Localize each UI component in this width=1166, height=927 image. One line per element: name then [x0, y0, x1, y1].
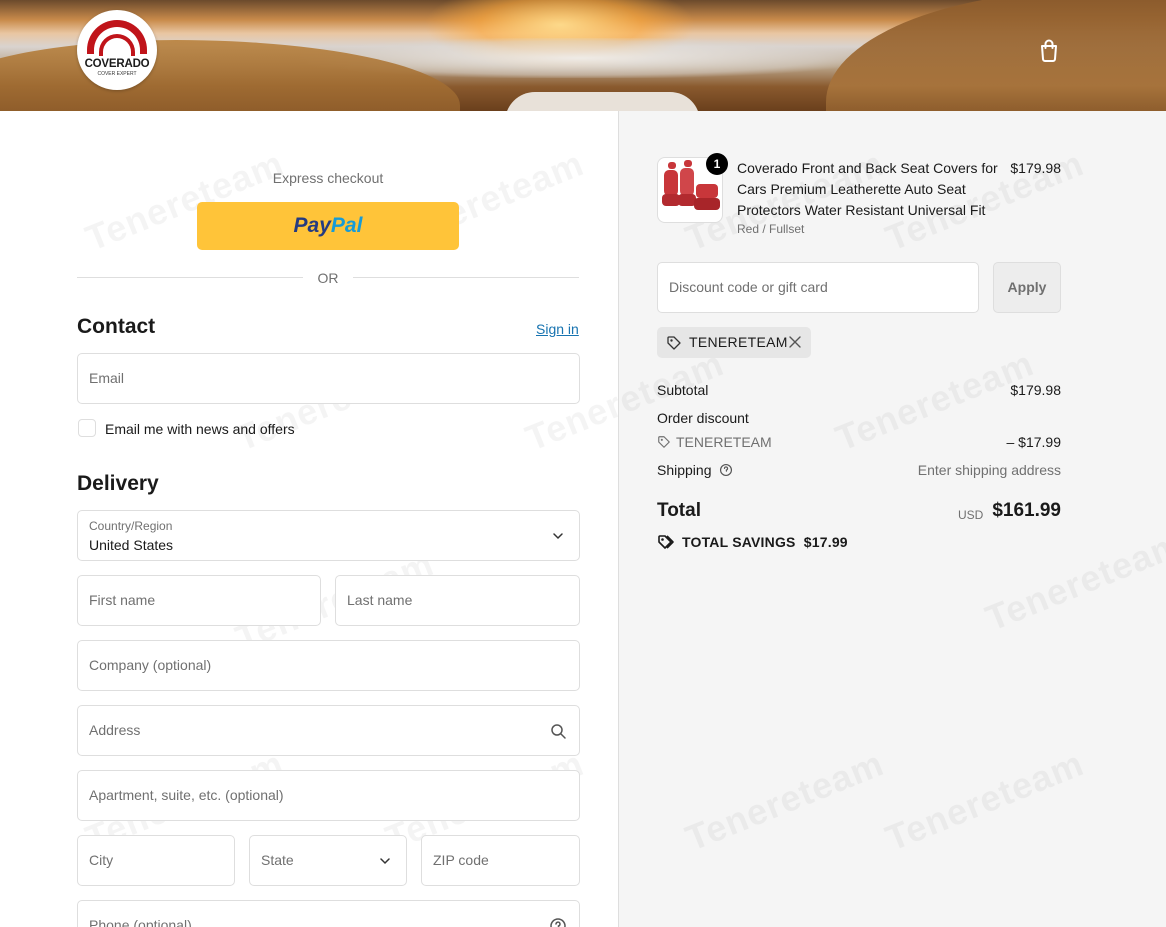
store-logo[interactable]: COVERADO COVER EXPERT: [77, 10, 157, 90]
first-name-placeholder: First name: [89, 592, 156, 608]
applied-discount-chip: TENERETEAM: [657, 327, 811, 358]
paypal-pay-text: Pay: [293, 214, 331, 237]
divider-line: [353, 277, 579, 278]
email-placeholder: Email: [89, 370, 125, 386]
or-text: OR: [317, 270, 339, 286]
country-label: Country/Region: [89, 519, 173, 533]
product-price: $179.98: [1010, 160, 1061, 176]
or-divider: OR: [77, 270, 579, 286]
first-name-field[interactable]: First name: [77, 575, 321, 626]
last-name-placeholder: Last name: [347, 592, 413, 608]
total-label: Total: [657, 500, 701, 521]
newsletter-label: Email me with news and offers: [105, 421, 295, 437]
order-discount-label: Order discount: [657, 410, 749, 426]
shipping-label: Shipping: [657, 462, 712, 478]
state-select[interactable]: State: [249, 835, 407, 886]
subtotal-value: $179.98: [1010, 382, 1061, 398]
paypal-pal-text: Pal: [330, 214, 363, 237]
apply-discount-button[interactable]: Apply: [993, 262, 1061, 313]
address-placeholder: Address: [89, 722, 141, 738]
quantity-badge: 1: [706, 153, 728, 175]
banner-mug: [505, 92, 700, 111]
last-name-field[interactable]: Last name: [335, 575, 580, 626]
savings-value: $17.99: [803, 534, 848, 550]
savings-label: TOTAL SAVINGS: [682, 534, 796, 550]
logo-brand: COVERADO: [84, 58, 150, 70]
contact-heading: Contact: [77, 315, 156, 338]
sign-in-link[interactable]: Sign in: [536, 321, 579, 337]
tag-icon: [658, 436, 670, 448]
discount-code-input[interactable]: Discount code or gift card: [657, 262, 979, 313]
tag-icon: [667, 336, 681, 350]
logo-tagline: COVER EXPERT: [97, 71, 137, 77]
address-field[interactable]: Address: [77, 705, 580, 756]
savings-tag-icon: [658, 535, 674, 549]
total-currency: USD: [958, 508, 984, 522]
shopping-bag-icon[interactable]: [1038, 38, 1060, 62]
country-value: United States: [89, 537, 174, 553]
chevron-down-icon: [380, 858, 390, 865]
shipping-row: Shipping: [657, 462, 733, 478]
subtotal-label: Subtotal: [657, 382, 709, 398]
close-icon[interactable]: [788, 335, 802, 349]
state-placeholder: State: [261, 852, 294, 868]
city-field[interactable]: City: [77, 835, 235, 886]
apartment-placeholder: Apartment, suite, etc. (optional): [89, 787, 284, 803]
product-title: Coverado Front and Back Seat Covers for …: [737, 160, 998, 218]
help-circle-icon[interactable]: [549, 917, 567, 927]
chevron-down-icon: [553, 533, 563, 540]
delivery-heading: Delivery: [77, 472, 159, 495]
express-checkout-label: Express checkout: [272, 170, 384, 186]
shipping-value: Enter shipping address: [917, 462, 1061, 478]
zip-placeholder: ZIP code: [433, 852, 489, 868]
discount-placeholder: Discount code or gift card: [669, 279, 828, 295]
company-field[interactable]: Company (optional): [77, 640, 580, 691]
zip-field[interactable]: ZIP code: [421, 835, 580, 886]
search-icon: [551, 724, 566, 739]
phone-field[interactable]: Phone (optional): [77, 900, 580, 927]
header-banner: [0, 0, 1166, 111]
newsletter-checkbox[interactable]: [78, 419, 96, 437]
banner-hill: [826, 0, 1166, 111]
country-select[interactable]: Country/Region United States: [77, 510, 580, 561]
apartment-field[interactable]: Apartment, suite, etc. (optional): [77, 770, 580, 821]
discount-code-text: TENERETEAM: [676, 434, 772, 450]
applied-code-text: TENERETEAM: [689, 334, 788, 350]
savings-text: TOTAL SAVINGS $17.99: [682, 534, 848, 550]
email-field[interactable]: Email: [77, 353, 580, 404]
paypal-button[interactable]: PayPal: [197, 202, 459, 250]
total-amount: $161.99: [992, 500, 1061, 521]
city-placeholder: City: [89, 852, 114, 868]
discount-value: – $17.99: [1006, 434, 1062, 450]
help-circle-icon[interactable]: [719, 463, 733, 477]
product-variant: Red / Fullset: [737, 222, 805, 236]
company-placeholder: Company (optional): [89, 657, 212, 673]
phone-placeholder: Phone (optional): [89, 917, 192, 927]
